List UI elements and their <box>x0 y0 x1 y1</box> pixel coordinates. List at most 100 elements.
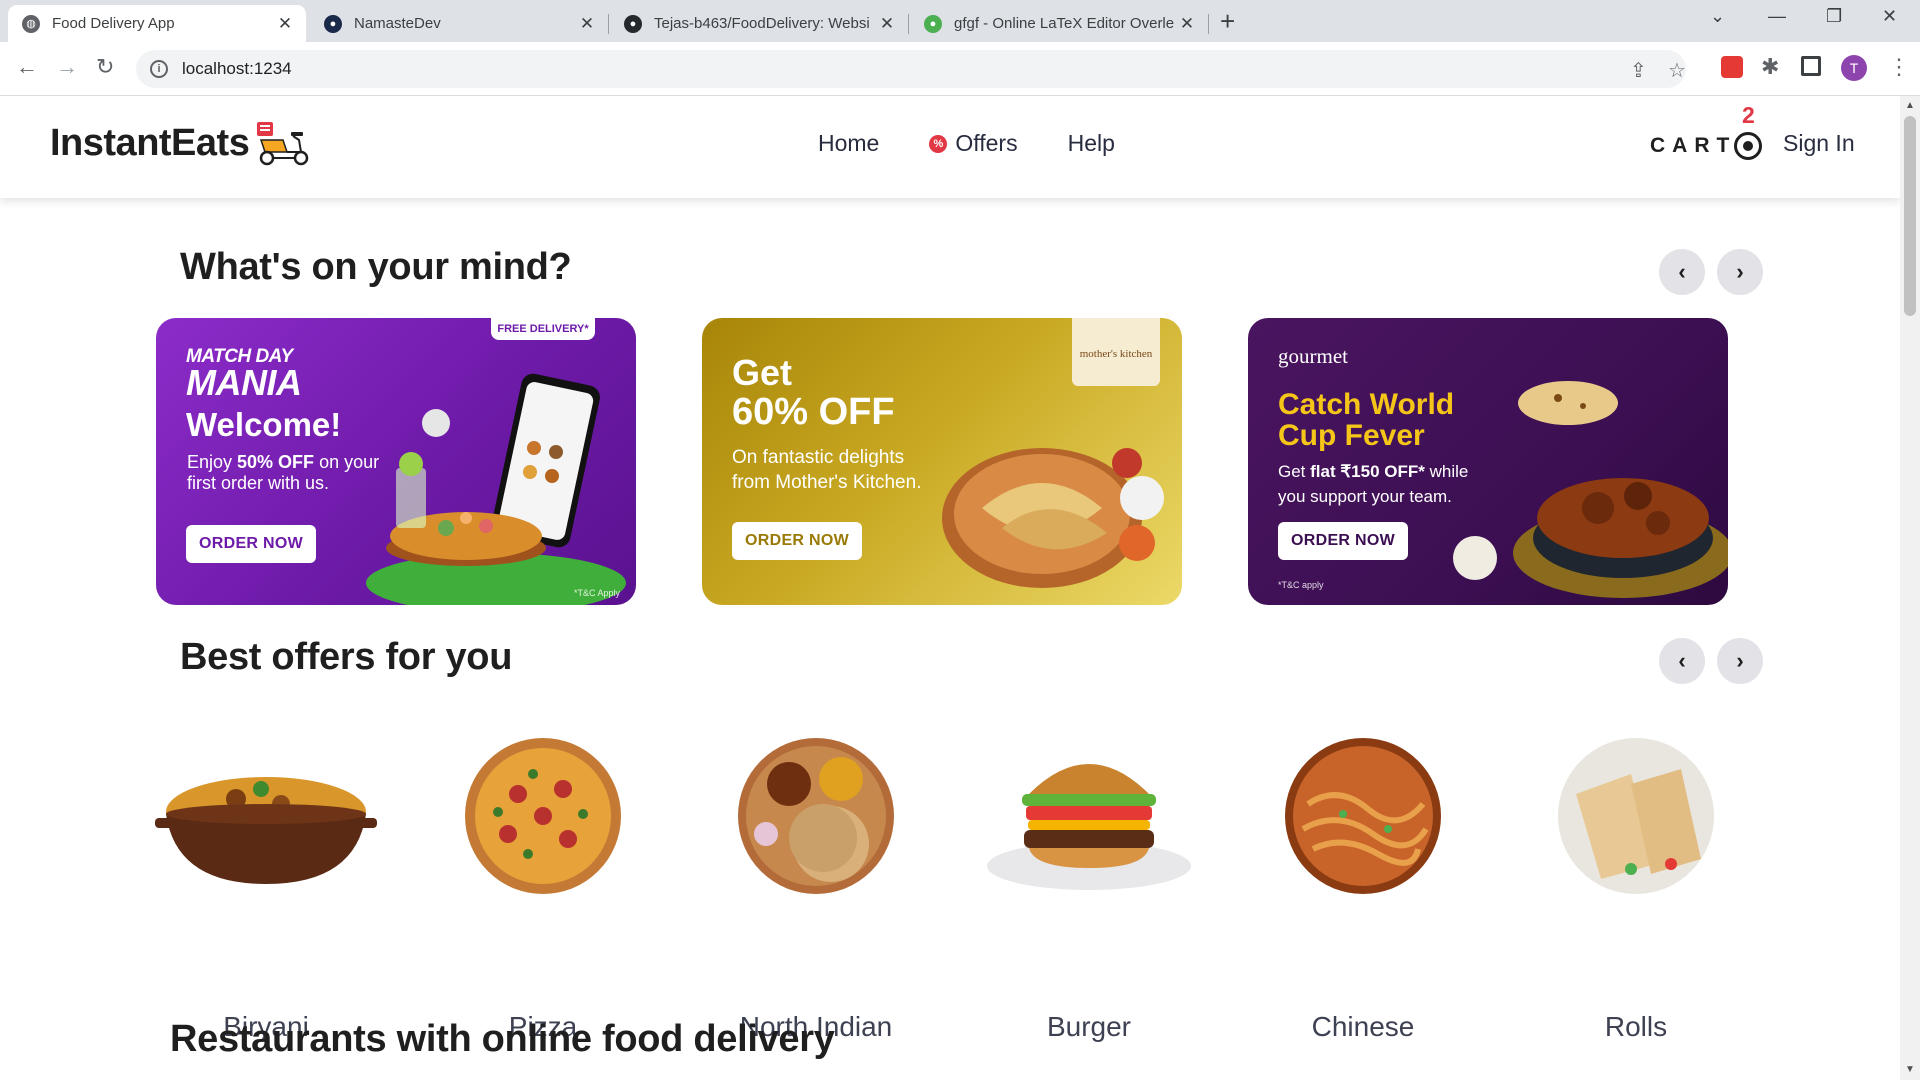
category-label-chinese: Chinese <box>1311 1011 1415 1042</box>
offers-prev-button[interactable]: ‹ <box>1659 638 1705 684</box>
promo-banner-gourmet[interactable]: gourmet Catch World Cup Fever Get flat ₹… <box>1248 318 1728 605</box>
nav-home[interactable]: Home <box>818 130 879 157</box>
tab-title: gfgf - Online LaTeX Editor Overle <box>954 15 1175 32</box>
category-rolls[interactable] <box>1521 734 1751 899</box>
banner-headline-1: Catch World <box>1278 388 1455 421</box>
category-pizza[interactable] <box>428 734 658 899</box>
nav-help[interactable]: Help <box>1068 130 1115 157</box>
banner-line-2: first order with us. <box>187 473 330 493</box>
category-label-burger: Burger <box>1046 1011 1132 1042</box>
scrollbar-thumb[interactable] <box>1904 116 1916 316</box>
category-burger[interactable] <box>974 734 1204 899</box>
free-delivery-tag: FREE DELIVERY* <box>491 318 595 340</box>
namastedev-icon: ● <box>324 14 342 33</box>
order-now-button[interactable]: ORDER NOW <box>1278 522 1409 560</box>
noodles-plate-image <box>1285 738 1441 894</box>
forward-arrow-icon[interactable]: → <box>56 54 78 80</box>
cart-icon <box>1734 132 1763 160</box>
paratha-plate-illustration <box>942 448 1164 588</box>
scroll-down-arrow-icon[interactable]: ▼ <box>1905 1064 1915 1075</box>
fine-print: *T&C Apply <box>574 588 621 598</box>
browser-menu-icon[interactable]: ⋮ <box>1888 54 1910 80</box>
banner-line-1: On fantastic delights <box>732 447 905 468</box>
close-window-button[interactable]: ✕ <box>1882 6 1897 27</box>
restore-button[interactable]: ❐ <box>1826 6 1842 27</box>
section-title-restaurants: Restaurants with online food delivery <box>170 1018 835 1060</box>
tab-title: NamasteDev <box>354 15 441 32</box>
new-tab-button[interactable]: + <box>1220 8 1235 34</box>
order-now-button[interactable]: ORDER NOW <box>732 522 863 560</box>
nav-offers-label: Offers <box>955 130 1018 156</box>
banner-headline-2: 60% OFF <box>732 391 895 433</box>
tab-overleaf[interactable]: ● gfgf - Online LaTeX Editor Overle ✕ <box>910 5 1208 42</box>
offers-next-button[interactable]: › <box>1717 638 1763 684</box>
banner-line-2: you support your team. <box>1278 487 1452 506</box>
tab-food-delivery-app[interactable]: ◍ Food Delivery App ✕ <box>8 5 306 42</box>
category-north-indian[interactable] <box>701 734 931 899</box>
order-now-button[interactable]: ORDER NOW <box>186 525 317 563</box>
burger-image <box>987 764 1191 890</box>
extensions-puzzle-icon[interactable]: ✱ <box>1761 54 1783 79</box>
bookmark-star-icon[interactable]: ☆ <box>1668 58 1686 83</box>
carousel-next-button[interactable]: › <box>1717 249 1763 295</box>
category-biryani[interactable] <box>151 734 381 899</box>
banner-highlight: 50% OFF <box>237 452 315 472</box>
back-arrow-icon[interactable]: ← <box>16 54 38 80</box>
profile-avatar[interactable]: T <box>1841 55 1867 81</box>
gourmet-logo: gourmet <box>1278 344 1348 368</box>
tab-divider <box>908 14 909 34</box>
banner-line-2: from Mother's Kitchen. <box>732 472 922 493</box>
reload-icon[interactable]: ↻ <box>96 54 114 80</box>
minimize-button[interactable]: — <box>1768 6 1786 27</box>
section-title-mind: What's on your mind? <box>180 246 572 288</box>
nav-offers[interactable]: % Offers <box>929 130 1018 157</box>
banner-text: Enjoy <box>187 452 238 472</box>
github-icon: ● <box>624 14 642 33</box>
promo-banner-mothers-kitchen[interactable]: Get 60% OFF On fantastic delights from M… <box>702 318 1182 605</box>
cart-button[interactable]: CART <box>1650 132 1763 160</box>
tab-github[interactable]: ● Tejas-b463/FoodDelivery: Websi ✕ <box>610 5 908 42</box>
address-bar[interactable]: i localhost:1234 ⇪ ☆ <box>136 50 1686 88</box>
tab-title: Tejas-b463/FoodDelivery: Websi <box>654 15 870 32</box>
close-tab-icon[interactable]: ✕ <box>276 14 294 34</box>
fine-print: *T&C apply <box>1278 580 1324 590</box>
globe-icon: ◍ <box>22 14 40 33</box>
banner-line-1: Get flat ₹150 OFF* while <box>1278 462 1468 482</box>
close-tab-icon[interactable]: ✕ <box>878 14 896 34</box>
category-chinese[interactable] <box>1248 734 1478 899</box>
side-panel-icon[interactable] <box>1801 56 1821 76</box>
scroll-up-arrow-icon[interactable]: ▲ <box>1905 100 1915 111</box>
share-icon[interactable]: ⇪ <box>1630 58 1647 83</box>
close-tab-icon[interactable]: ✕ <box>578 14 596 34</box>
cart-count-badge: 2 <box>1742 102 1755 128</box>
sign-in-link[interactable]: Sign In <box>1783 130 1855 157</box>
site-info-icon[interactable]: i <box>150 60 168 78</box>
tab-divider <box>608 14 609 34</box>
banner-headline-2: Cup Fever <box>1278 419 1425 452</box>
pizza-image <box>465 738 621 894</box>
north-indian-thali-image <box>738 738 894 894</box>
close-tab-icon[interactable]: ✕ <box>1178 14 1196 34</box>
page-scrollbar[interactable]: ▲ ▼ <box>1900 96 1920 1080</box>
logo-text: InstantEats <box>50 121 250 164</box>
banner-highlight: flat ₹150 OFF* <box>1310 462 1425 481</box>
biryani-bowl-image <box>155 777 377 884</box>
extension-red-icon[interactable] <box>1721 56 1743 78</box>
curry-bowl-illustration <box>1453 381 1728 598</box>
delivery-scooter-icon <box>257 122 309 166</box>
cart-label: CART <box>1650 134 1737 157</box>
banner-brand-bottom: MANIA <box>186 362 302 403</box>
carousel-prev-button[interactable]: ‹ <box>1659 249 1705 295</box>
tab-search-chevron-icon[interactable]: ⌄ <box>1710 6 1725 27</box>
site-logo[interactable]: InstantEats <box>50 118 315 168</box>
rolls-plate-image <box>1558 738 1714 894</box>
banner-line-1: Enjoy 50% OFF on your <box>187 452 379 473</box>
overleaf-icon: ● <box>924 14 942 33</box>
url-text: localhost:1234 <box>182 59 292 78</box>
mothers-kitchen-logo: mother's kitchen <box>1072 318 1160 386</box>
banner-headline-1: Get <box>732 352 793 393</box>
tab-namastedev[interactable]: ● NamasteDev ✕ <box>310 5 608 42</box>
promo-banner-match-day[interactable]: FREE DELIVERY* MATCH DAY MANIA Welcome! … <box>156 318 636 605</box>
phone-biryani-illustration <box>366 373 626 605</box>
section-title-offers: Best offers for you <box>180 636 513 678</box>
